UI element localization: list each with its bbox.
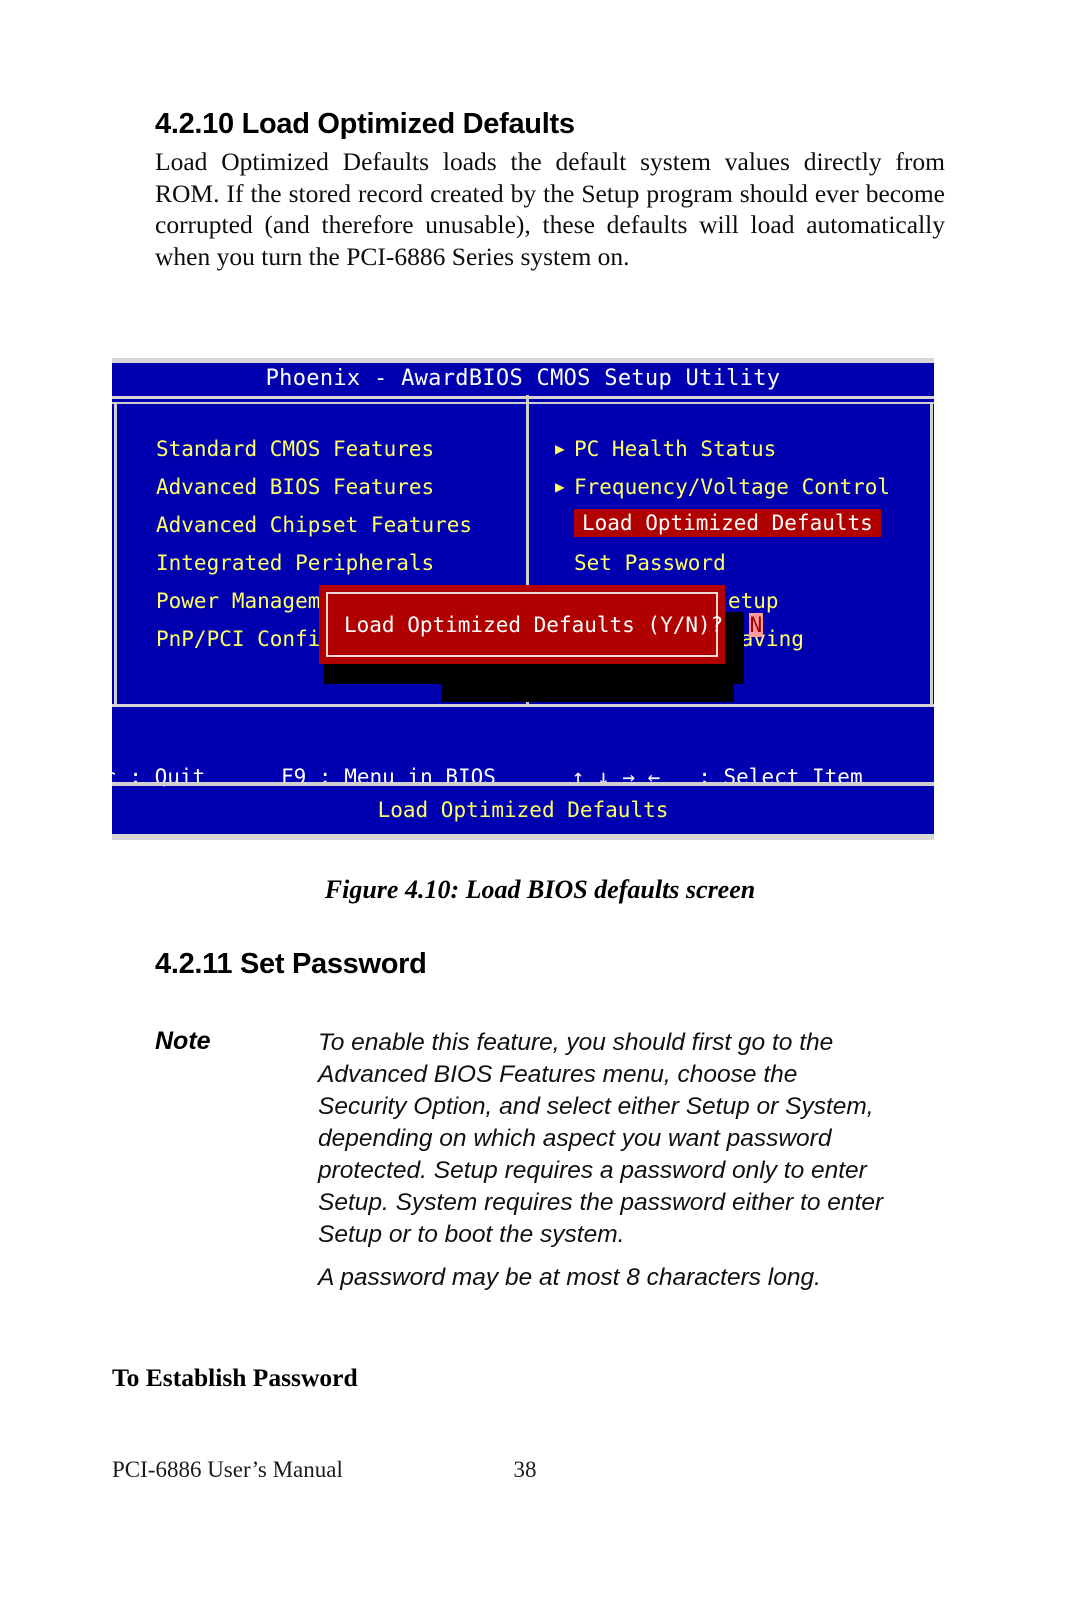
- bios-menu-item-label: Integrated Peripherals: [156, 551, 435, 575]
- bios-menu-item-label: Advanced BIOS Features: [156, 475, 435, 499]
- note-paragraph-1: To enable this feature, you should first…: [318, 1029, 884, 1248]
- subheading-to-establish-password: To Establish Password: [112, 1363, 358, 1392]
- section-heading-4-2-11: 4.2.11 Set Password: [155, 948, 427, 980]
- bios-menu-item-label: Frequency/Voltage Control: [574, 475, 891, 499]
- bios-title-rule: [112, 396, 934, 399]
- bios-key-help-line-1: c : Quit F9 : Menu in BIOS ↑ ↓ → ← : Sel…: [112, 765, 863, 789]
- bios-title-bar: Phoenix - AwardBIOS CMOS Setup Utility: [265, 366, 781, 391]
- note-paragraph-2: A password may be at most 8 characters l…: [318, 1264, 821, 1291]
- bios-menu-item-set-password[interactable]: Set Password: [542, 544, 928, 582]
- note-label: Note: [155, 1027, 211, 1055]
- triangle-right-icon: ▶: [555, 439, 565, 458]
- load-optimized-defaults-confirm-dialog[interactable]: Load Optimized Defaults (Y/N)? N: [319, 585, 764, 664]
- bios-menu-item-pc-health-status[interactable]: ▶ PC Health Status: [542, 430, 928, 468]
- bios-setup-screenshot: Phoenix - AwardBIOS CMOS Setup Utility S…: [112, 358, 934, 840]
- section-heading-4-2-10: 4.2.10 Load Optimized Defaults: [155, 108, 575, 140]
- bios-top-border: [112, 358, 934, 363]
- note-body: To enable this feature, you should first…: [318, 1027, 888, 1294]
- bios-frame-left-border: [114, 404, 117, 704]
- bios-menu-item-label: Load Optimized Defaults: [582, 511, 873, 535]
- footer-manual-title: PCI-6886 User’s Manual: [112, 1457, 343, 1482]
- bios-menu-item-load-optimized-defaults[interactable]: Load Optimized Defaults: [574, 509, 881, 537]
- dialog-prompt-row: Load Optimized Defaults (Y/N)? N: [344, 612, 764, 637]
- bios-frame-right-border: [930, 404, 933, 704]
- figure-caption: Figure 4.10: Load BIOS defaults screen: [324, 875, 756, 904]
- manual-page: 4.2.10 Load Optimized Defaults Load Opti…: [0, 0, 1080, 1618]
- bios-menu-item-integrated-peripherals[interactable]: Integrated Peripherals: [124, 544, 520, 582]
- bios-dialog-shadow-secondary: [442, 670, 734, 702]
- bios-menu-item-label: PC Health Status: [574, 437, 777, 461]
- bios-bottom-border: [112, 834, 934, 840]
- bios-title-rule-secondary: [112, 402, 934, 404]
- section-paragraph-4-2-10: Load Optimized Defaults loads the defaul…: [155, 147, 945, 271]
- bios-footer-rule: [112, 782, 934, 786]
- bios-menu-item-advanced-chipset-features[interactable]: Advanced Chipset Features: [124, 506, 520, 544]
- bios-menu-item-label: etup: [728, 589, 779, 613]
- footer-page-number: 38: [513, 1457, 537, 1482]
- bios-menu-item-advanced-bios-features[interactable]: Advanced BIOS Features: [124, 468, 520, 506]
- bios-menu-item-standard-cmos-features[interactable]: Standard CMOS Features: [124, 430, 520, 468]
- bios-menu-item-label: Set Password: [574, 551, 726, 575]
- dialog-answer-field[interactable]: N: [748, 612, 764, 637]
- bios-menu-item-label: Advanced Chipset Features: [156, 513, 473, 537]
- bios-help-rule: [112, 704, 934, 707]
- bios-menu-item-label: Standard CMOS Features: [156, 437, 435, 461]
- triangle-right-icon: ▶: [555, 477, 565, 496]
- dialog-prompt-text: Load Optimized Defaults (Y/N)?: [344, 612, 724, 637]
- bios-status-bar: Load Optimized Defaults: [377, 798, 669, 822]
- bios-menu-item-frequency-voltage-control[interactable]: ▶ Frequency/Voltage Control: [542, 468, 928, 506]
